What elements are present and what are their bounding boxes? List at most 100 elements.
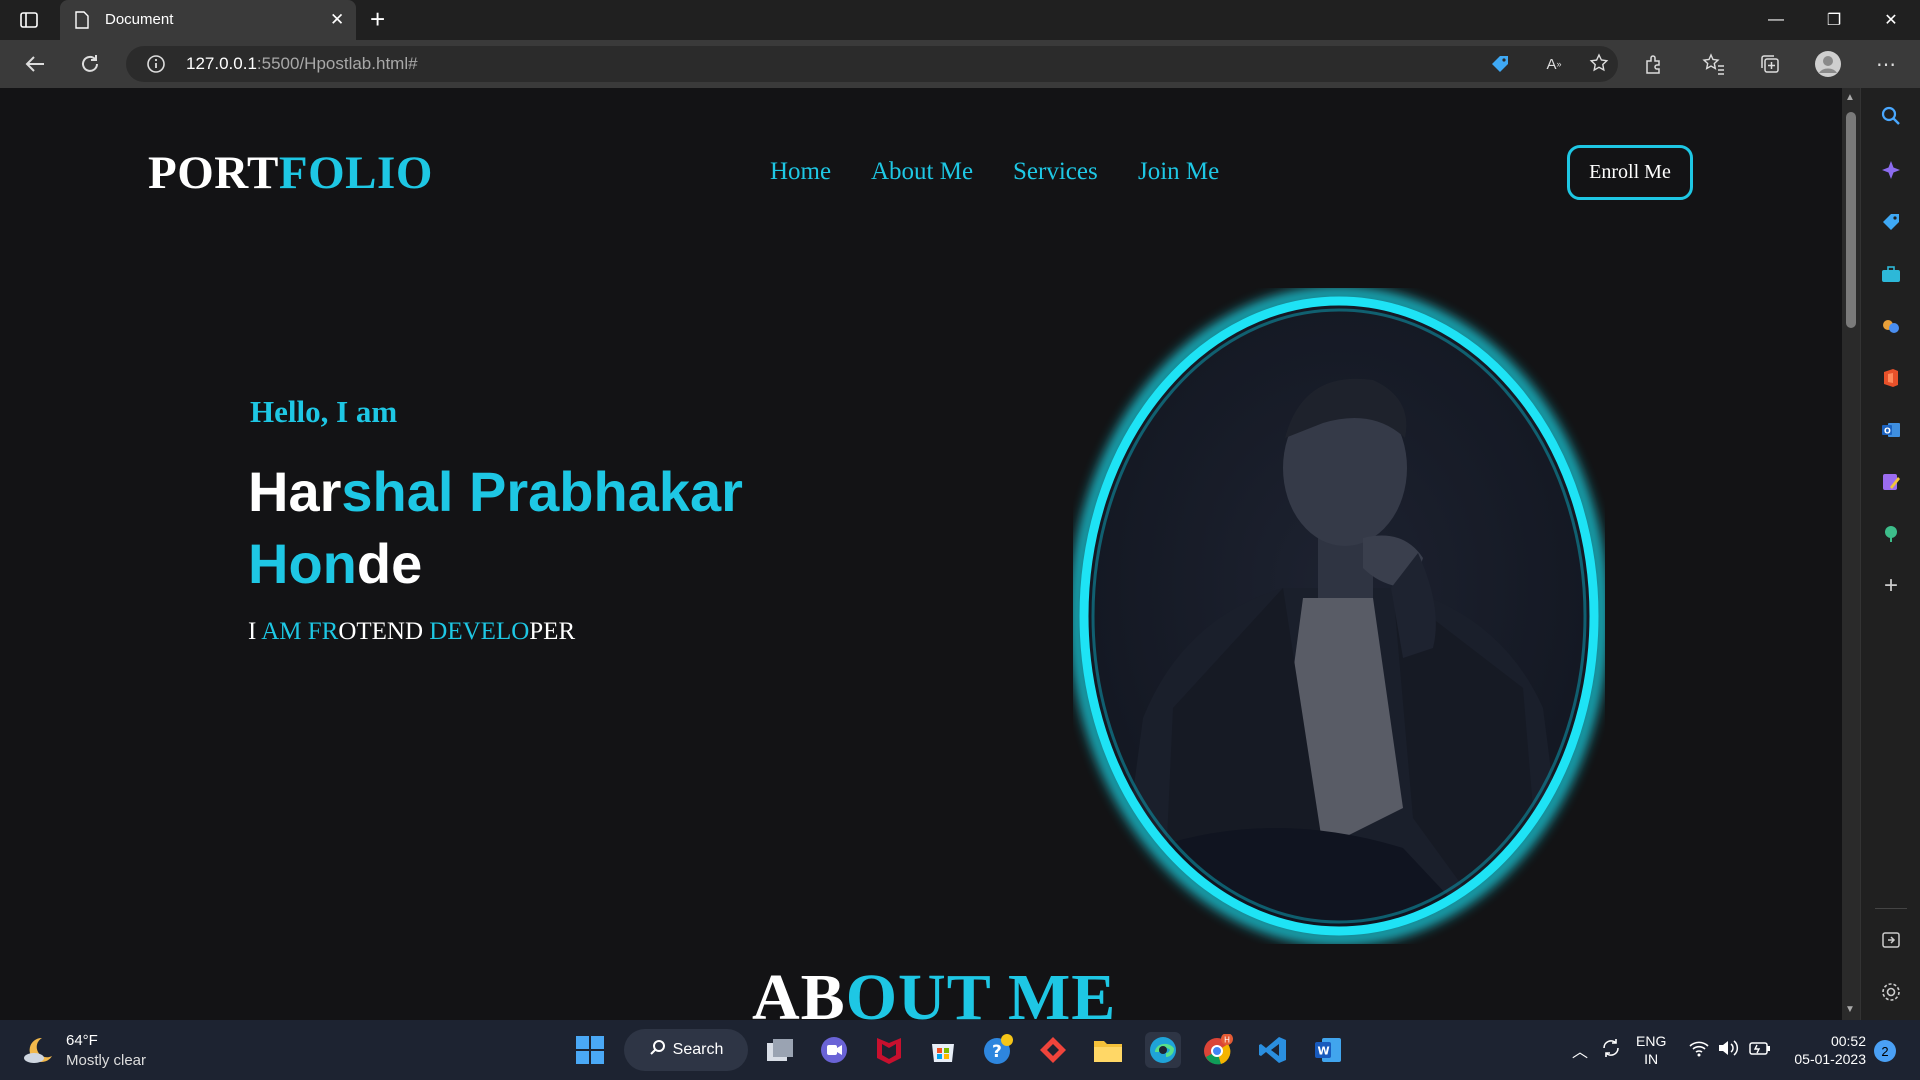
microsoft-store-icon[interactable]	[925, 1032, 961, 1068]
wifi-icon[interactable]	[1688, 1038, 1710, 1063]
taskbar-search[interactable]: Search	[624, 1029, 748, 1071]
name-cyan-2: Hon	[248, 532, 357, 595]
search-icon[interactable]	[1877, 102, 1905, 130]
shopping-tag-icon[interactable]	[1877, 208, 1905, 236]
page-viewport: PORTFOLIO Home About Me Services Join Me…	[0, 88, 1842, 1020]
add-favorite-icon[interactable]	[1586, 50, 1614, 78]
url-text: 127.0.0.1:5500/Hpostlab.html#	[186, 54, 418, 74]
add-sidebar-app-icon[interactable]: +	[1877, 572, 1905, 600]
office-icon[interactable]	[1877, 364, 1905, 392]
tab-title: Document	[105, 11, 174, 28]
logo-part-cyan: FOLIO	[278, 147, 433, 199]
hello-heading: Hello, I am	[250, 394, 398, 429]
tree-icon[interactable]	[1877, 520, 1905, 548]
chrome-icon[interactable]: H	[1200, 1032, 1236, 1068]
logo-part-white: PORT	[148, 147, 279, 199]
nav-services[interactable]: Services	[1013, 158, 1098, 186]
nav-home[interactable]: Home	[770, 158, 831, 186]
refresh-icon[interactable]	[75, 50, 105, 78]
site-logo[interactable]: PORTFOLIO	[148, 146, 433, 200]
svg-text:?: ?	[992, 1042, 1002, 1062]
svg-text:H: H	[1224, 1036, 1230, 1045]
close-window-icon[interactable]: ✕	[1862, 0, 1920, 40]
language-code: ENG	[1636, 1033, 1667, 1049]
teams-chat-icon[interactable]	[816, 1032, 852, 1068]
weather-description: Mostly clear	[66, 1052, 147, 1069]
show-hidden-icons-icon[interactable]: ︿	[1572, 1038, 1588, 1062]
anydesk-icon[interactable]	[1035, 1032, 1071, 1068]
language-indicator[interactable]: ENG IN	[1636, 1032, 1666, 1068]
hide-sidebar-icon[interactable]	[1877, 926, 1905, 954]
word-icon[interactable]: W	[1310, 1032, 1346, 1068]
volume-icon[interactable]	[1717, 1038, 1739, 1063]
page-icon	[74, 11, 90, 34]
name-heading: Harshal Prabhakar Honde	[248, 456, 848, 600]
scroll-up-icon[interactable]: ▲	[1845, 92, 1855, 103]
weather-moon-icon[interactable]	[22, 1034, 56, 1071]
nav-about-me[interactable]: About Me	[871, 158, 973, 186]
clock[interactable]: 00:52 05-01-2023	[1788, 1032, 1866, 1068]
weather-temperature: 64°F	[66, 1032, 98, 1049]
mcafee-icon[interactable]	[871, 1032, 907, 1068]
windows-taskbar: 64°F Mostly clear Search ? H W ︿ ENG IN …	[0, 1020, 1920, 1080]
region-code: IN	[1644, 1051, 1659, 1067]
task-view-icon[interactable]	[762, 1032, 798, 1068]
minimize-icon[interactable]: —	[1747, 0, 1805, 40]
extensions-icon[interactable]	[1640, 50, 1668, 78]
address-bar[interactable]: 127.0.0.1:5500/Hpostlab.html# A»	[126, 46, 1618, 82]
more-options-icon[interactable]: ⋯	[1872, 50, 1900, 78]
role-part-4: DEVELO	[429, 618, 530, 645]
tab-actions-icon[interactable]	[18, 9, 40, 31]
close-tab-icon[interactable]: ✕	[330, 10, 344, 30]
site-info-icon[interactable]	[146, 54, 166, 79]
url-host: 127.0.0.1	[186, 54, 257, 73]
notification-badge[interactable]: 2	[1874, 1040, 1896, 1062]
copilot-sparkle-icon[interactable]	[1877, 156, 1905, 184]
read-aloud-icon[interactable]: A»	[1540, 50, 1568, 78]
enroll-button[interactable]: Enroll Me	[1567, 145, 1693, 200]
nav-join-me[interactable]: Join Me	[1138, 158, 1219, 186]
profile-avatar[interactable]	[1814, 50, 1842, 78]
role-part-1: I	[248, 618, 262, 645]
battery-icon[interactable]	[1748, 1039, 1772, 1062]
settings-gear-icon[interactable]	[1877, 978, 1905, 1006]
designer-icon[interactable]	[1877, 468, 1905, 496]
favorites-icon[interactable]	[1700, 50, 1728, 78]
coupon-icon[interactable]	[1486, 50, 1514, 78]
about-part-white: AB	[752, 961, 846, 1020]
search-magnifier-icon	[649, 1039, 667, 1062]
search-label: Search	[672, 1041, 724, 1058]
browser-title-bar: Document ✕ + — ❐ ✕	[0, 0, 1920, 40]
about-part-cyan: OUT ME	[845, 961, 1117, 1020]
url-path: :5500/Hpostlab.html#	[256, 54, 418, 73]
tools-briefcase-icon[interactable]	[1877, 260, 1905, 288]
games-icon[interactable]	[1877, 312, 1905, 340]
scroll-thumb[interactable]	[1846, 112, 1856, 328]
sidebar-divider	[1875, 908, 1907, 909]
browser-toolbar: 127.0.0.1:5500/Hpostlab.html# A» ⋯	[0, 40, 1920, 88]
browser-tab[interactable]: Document ✕	[60, 0, 356, 40]
role-part-3: OTEND	[338, 618, 430, 645]
name-white-1: Har	[248, 460, 342, 523]
scroll-down-icon[interactable]: ▼	[1845, 1004, 1855, 1015]
outlook-icon[interactable]: O	[1877, 416, 1905, 444]
profile-portrait	[1070, 287, 1608, 945]
edge-browser-icon[interactable]	[1145, 1032, 1181, 1068]
edge-sidebar: O +	[1860, 88, 1920, 1020]
sync-icon[interactable]	[1600, 1037, 1622, 1064]
svg-text:W: W	[1318, 1045, 1330, 1058]
vscode-icon[interactable]	[1255, 1032, 1291, 1068]
windows-start-icon[interactable]	[572, 1032, 608, 1068]
role-part-2: AM FR	[261, 618, 339, 645]
restore-icon[interactable]: ❐	[1805, 0, 1863, 40]
clock-date: 05-01-2023	[1794, 1051, 1866, 1067]
back-icon[interactable]	[20, 50, 50, 78]
new-tab-icon[interactable]: +	[370, 4, 385, 35]
role-part-5: PER	[529, 618, 576, 645]
page-scrollbar[interactable]: ▲ ▼	[1842, 88, 1860, 1020]
name-cyan-1: shal Prabhakar	[341, 460, 743, 523]
collections-icon[interactable]	[1756, 50, 1784, 78]
file-explorer-icon[interactable]	[1090, 1032, 1126, 1068]
get-help-icon[interactable]: ?	[980, 1032, 1016, 1068]
role-tagline: I AM FROTEND DEVELOPER	[248, 618, 575, 646]
